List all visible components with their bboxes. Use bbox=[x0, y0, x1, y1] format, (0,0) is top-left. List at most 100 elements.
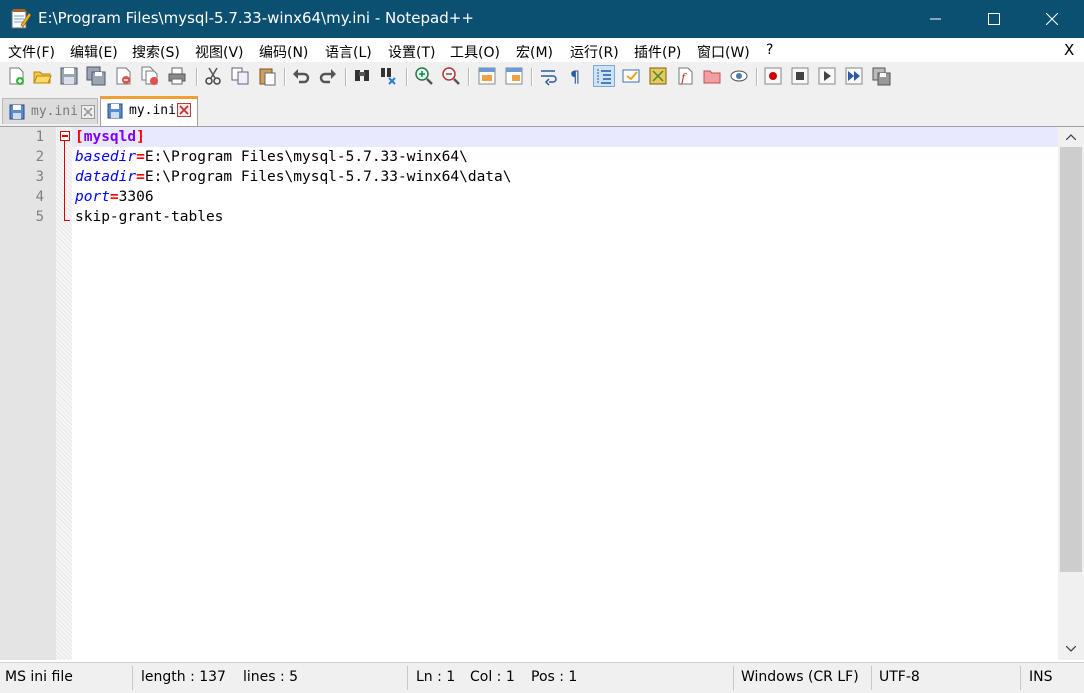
copy-icon[interactable] bbox=[230, 66, 250, 86]
record-macro-icon[interactable] bbox=[763, 66, 783, 86]
menu-bar: 文件(F) 编辑(E) 搜索(S) 视图(V) 编码(N) 语言(L) 设置(T… bbox=[0, 38, 1084, 62]
tab-my-ini-2[interactable]: my.ini bbox=[100, 96, 198, 126]
title-bar: E:\Program Files\mysql-5.7.33-winx64\my.… bbox=[0, 0, 1084, 38]
close-all-icon[interactable] bbox=[140, 66, 160, 86]
ini-key: port bbox=[75, 189, 110, 205]
sync-horizontal-icon[interactable] bbox=[504, 66, 524, 86]
close-window-button[interactable] bbox=[1024, 0, 1080, 38]
minimize-button[interactable] bbox=[908, 0, 964, 38]
window-title: E:\Program Files\mysql-5.7.33-winx64\my.… bbox=[38, 9, 474, 27]
maximize-icon bbox=[988, 13, 1000, 25]
user-language-icon[interactable] bbox=[621, 66, 641, 86]
zoom-in-icon[interactable] bbox=[414, 66, 434, 86]
status-eol-format[interactable]: Windows (CR LF) bbox=[741, 669, 859, 685]
zoom-out-icon[interactable] bbox=[441, 66, 461, 86]
close-file-icon[interactable] bbox=[113, 66, 133, 86]
save-all-icon[interactable] bbox=[86, 66, 106, 86]
stop-macro-icon[interactable] bbox=[790, 66, 810, 86]
new-file-icon[interactable] bbox=[6, 66, 26, 86]
menu-search[interactable]: 搜索(S) bbox=[132, 42, 180, 62]
sync-vertical-icon[interactable] bbox=[477, 66, 497, 86]
ini-value: E:\Program Files\mysql-5.7.33-winx64\ bbox=[144, 149, 468, 165]
show-all-chars-icon[interactable]: ¶ bbox=[566, 66, 586, 86]
save-icon[interactable] bbox=[59, 66, 79, 86]
undo-icon[interactable] bbox=[291, 66, 311, 86]
play-macro-icon[interactable] bbox=[817, 66, 837, 86]
status-encoding[interactable]: UTF-8 bbox=[879, 669, 920, 685]
tab-bar: my.ini my.ini bbox=[0, 92, 1084, 127]
run-macro-multiple-icon[interactable] bbox=[844, 66, 864, 86]
code-line-5: skip-grant-tables bbox=[75, 207, 223, 227]
open-file-icon[interactable] bbox=[32, 66, 52, 86]
svg-text:¶: ¶ bbox=[570, 67, 580, 86]
close-tab-icon[interactable] bbox=[177, 103, 191, 117]
vertical-scrollbar[interactable] bbox=[1058, 127, 1084, 660]
menu-run[interactable]: 运行(R) bbox=[570, 42, 619, 62]
close-tab-icon[interactable] bbox=[81, 105, 95, 119]
menu-file[interactable]: 文件(F) bbox=[8, 42, 55, 62]
paste-icon[interactable] bbox=[257, 66, 277, 86]
doc-map-icon[interactable] bbox=[648, 66, 668, 86]
line-number-gutter: 1 2 3 4 5 bbox=[0, 127, 56, 660]
menu-macro[interactable]: 宏(M) bbox=[516, 42, 553, 62]
ini-key: basedir bbox=[75, 149, 137, 165]
ini-value: 3306 bbox=[118, 189, 154, 205]
scrollbar-thumb[interactable] bbox=[1060, 147, 1082, 572]
status-insert-mode[interactable]: INS bbox=[1029, 669, 1053, 685]
monitoring-icon[interactable] bbox=[729, 66, 749, 86]
status-position: Pos : 1 bbox=[531, 669, 578, 685]
menu-plugins[interactable]: 插件(P) bbox=[634, 42, 681, 62]
word-wrap-icon[interactable] bbox=[539, 66, 559, 86]
status-file-type: MS ini file bbox=[5, 669, 73, 685]
line-number: 1 bbox=[35, 129, 44, 145]
code-line-3: datadir=E:\Program Files\mysql-5.7.33-wi… bbox=[75, 169, 512, 185]
toolbar: ¶ f bbox=[0, 62, 1084, 92]
function-list-icon[interactable]: f bbox=[675, 66, 695, 86]
status-lines: lines : 5 bbox=[243, 669, 299, 685]
menu-help[interactable]: ? bbox=[766, 42, 773, 58]
notepad-icon bbox=[9, 8, 32, 30]
menu-tools[interactable]: 工具(O) bbox=[450, 42, 500, 62]
code-line-2: basedir=E:\Program Files\mysql-5.7.33-wi… bbox=[75, 149, 468, 165]
fold-line bbox=[64, 141, 65, 221]
status-length: length : 137 bbox=[141, 669, 226, 685]
print-icon[interactable] bbox=[167, 66, 187, 86]
ini-text: skip-grant-tables bbox=[75, 209, 224, 225]
code-line-1: [mysqld] bbox=[75, 129, 145, 145]
menu-encoding[interactable]: 编码(N) bbox=[259, 42, 308, 62]
indent-guide-icon[interactable] bbox=[593, 65, 615, 87]
save-macro-icon[interactable] bbox=[871, 66, 891, 86]
find-icon[interactable] bbox=[352, 66, 372, 86]
tab-label: my.ini bbox=[31, 104, 78, 119]
tab-my-ini-1[interactable]: my.ini bbox=[2, 98, 98, 124]
scroll-down-button[interactable] bbox=[1058, 639, 1084, 659]
line-number: 2 bbox=[35, 149, 44, 165]
chevron-up-icon bbox=[1066, 134, 1076, 140]
line-number: 5 bbox=[35, 209, 44, 225]
minimize-icon bbox=[930, 18, 941, 20]
fold-end-marker bbox=[64, 220, 70, 221]
code-line-4: port=3306 bbox=[75, 189, 154, 205]
close-document-button[interactable]: X bbox=[1064, 41, 1074, 59]
line-number: 3 bbox=[35, 169, 44, 185]
ini-section-name: mysqld bbox=[83, 129, 137, 145]
menu-language[interactable]: 语言(L) bbox=[325, 42, 372, 62]
ini-value: E:\Program Files\mysql-5.7.33-winx64\dat… bbox=[144, 169, 512, 185]
menu-view[interactable]: 视图(V) bbox=[195, 42, 244, 62]
menu-edit[interactable]: 编辑(E) bbox=[70, 42, 118, 62]
fold-collapse-icon[interactable] bbox=[60, 131, 70, 141]
menu-settings[interactable]: 设置(T) bbox=[388, 42, 435, 62]
maximize-button[interactable] bbox=[966, 0, 1022, 38]
menu-window[interactable]: 窗口(W) bbox=[697, 42, 750, 62]
folder-workspace-icon[interactable] bbox=[702, 66, 722, 86]
scroll-up-button[interactable] bbox=[1058, 127, 1084, 147]
ini-key: datadir bbox=[75, 169, 137, 185]
cut-icon[interactable] bbox=[203, 66, 223, 86]
current-line-highlight bbox=[72, 127, 1058, 147]
chevron-down-icon bbox=[1066, 646, 1076, 652]
saved-file-icon bbox=[107, 103, 123, 119]
replace-icon[interactable] bbox=[379, 66, 399, 86]
status-line-number: Ln : 1 bbox=[416, 669, 456, 685]
text-editor[interactable]: 1 2 3 4 5 [mysqld] basedir=E:\Program Fi… bbox=[0, 127, 1084, 660]
redo-icon[interactable] bbox=[318, 66, 338, 86]
